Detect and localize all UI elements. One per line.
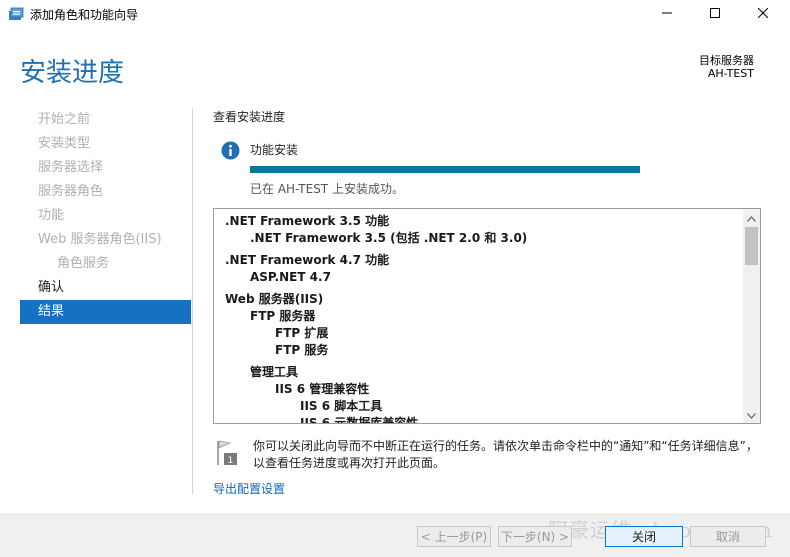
results-list: .NET Framework 3.5 功能 .NET Framework 3.5 … xyxy=(214,213,742,424)
target-server-name: AH-TEST xyxy=(707,67,754,80)
chevron-up-icon xyxy=(747,211,756,225)
wizard-nav: 开始之前 安装类型 服务器选择 服务器角色 功能 Web 服务器角色(IIS) … xyxy=(20,108,191,324)
scroll-thumb[interactable] xyxy=(745,227,758,265)
cancel-button[interactable]: 取消 xyxy=(690,526,766,547)
close-window-button[interactable] xyxy=(740,0,786,28)
window-title: 添加角色和功能向导 xyxy=(30,8,139,22)
result-item: FTP 服务 xyxy=(275,343,329,357)
progress-bar xyxy=(250,166,640,173)
target-server-label: 目标服务器 xyxy=(699,54,754,67)
target-server-info: 目标服务器 AH-TEST xyxy=(699,54,754,80)
chevron-down-icon xyxy=(747,408,756,422)
status-detail: 已在 AH-TEST 上安装成功。 xyxy=(250,182,404,196)
previous-button[interactable]: < 上一步(P) xyxy=(417,526,491,547)
nav-item-web-server-role: Web 服务器角色(IIS) xyxy=(38,232,162,247)
section-title: 查看安装进度 xyxy=(213,110,286,124)
nav-item-role-services: 角色服务 xyxy=(57,256,110,271)
result-item: Web 服务器(IIS) xyxy=(225,292,324,306)
results-list-box[interactable]: .NET Framework 3.5 功能 .NET Framework 3.5 … xyxy=(213,208,761,424)
nav-item-confirmation[interactable]: 确认 xyxy=(20,276,191,300)
result-item: .NET Framework 3.5 (包括 .NET 2.0 和 3.0) xyxy=(250,231,528,245)
flag-icon: 1 xyxy=(216,440,240,466)
status-title: 功能安装 xyxy=(250,143,299,157)
nav-item-installation-type: 安装类型 xyxy=(38,136,91,151)
result-item: ASP.NET 4.7 xyxy=(250,270,331,284)
next-button[interactable]: 下一步(N) > xyxy=(498,526,572,547)
scroll-up-button[interactable] xyxy=(743,209,760,226)
result-item: 管理工具 xyxy=(250,365,299,379)
result-item: FTP 服务器 xyxy=(250,309,316,323)
maximize-button[interactable] xyxy=(692,0,738,28)
nav-item-before-you-begin: 开始之前 xyxy=(38,112,91,127)
minimize-button[interactable] xyxy=(644,0,690,28)
page-title: 安装进度 xyxy=(20,58,125,88)
info-icon xyxy=(221,141,240,160)
notice-text: 你可以关闭此向导而不中断正在运行的任务。请依次单击命令栏中的“通知”和“任务详细… xyxy=(253,439,758,470)
nav-item-server-roles: 服务器角色 xyxy=(38,184,104,199)
close-button[interactable]: 关闭 xyxy=(605,526,683,547)
server-manager-icon xyxy=(8,6,24,22)
nav-item-features: 功能 xyxy=(38,208,65,223)
svg-text:1: 1 xyxy=(228,456,234,466)
minimize-icon xyxy=(662,7,672,21)
results-scrollbar[interactable] xyxy=(743,209,760,423)
nav-item-server-selection: 服务器选择 xyxy=(38,160,104,175)
result-item: IIS 6 元数据库兼容性 xyxy=(300,416,419,424)
result-item: .NET Framework 4.7 功能 xyxy=(225,253,390,267)
result-item: IIS 6 管理兼容性 xyxy=(275,382,370,396)
export-config-link[interactable]: 导出配置设置 xyxy=(213,480,285,497)
nav-divider xyxy=(192,108,193,494)
scroll-down-button[interactable] xyxy=(743,406,760,423)
close-icon xyxy=(757,7,769,21)
nav-item-results[interactable]: 结果 xyxy=(20,300,191,324)
progress-fill xyxy=(250,166,640,173)
result-item: IIS 6 脚本工具 xyxy=(300,399,383,413)
result-item: FTP 扩展 xyxy=(275,326,329,340)
maximize-icon xyxy=(710,7,720,21)
title-bar: 添加角色和功能向导 xyxy=(0,0,790,28)
result-item: .NET Framework 3.5 功能 xyxy=(225,214,390,228)
